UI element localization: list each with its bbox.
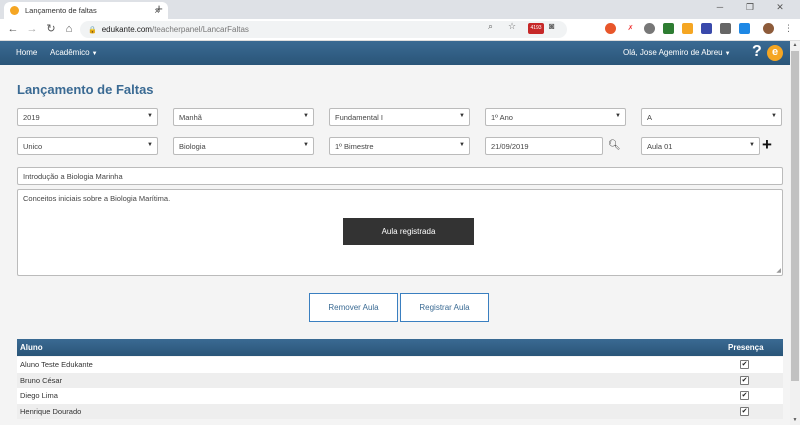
aula-descricao-text: Conceitos iniciais sobre a Biologia Marí… [23,194,171,203]
home-icon[interactable]: ⌂ [62,22,76,36]
profile-avatar[interactable] [763,23,774,34]
col-presenca: Presença [728,343,764,352]
chevron-down-icon: ▼ [771,113,777,119]
chevron-down-icon: ▼ [147,113,153,119]
table-row: Henrique Dourado ✔ [17,403,783,419]
disciplina-value: Biologia [179,142,206,151]
aula-value: Aula 01 [647,142,673,151]
page-title: Lançamento de Faltas [17,82,154,97]
reload-icon[interactable]: ↻ [44,22,58,36]
new-tab-button[interactable]: + [152,1,166,16]
table-row: Bruno César ✔ [17,372,783,388]
aluno-nome: Diego Lima [20,391,58,400]
window-close-icon[interactable]: ✕ [773,2,787,13]
presenca-checkbox[interactable]: ✔ [740,391,749,400]
help-icon[interactable]: ? [752,43,762,61]
browser-tab[interactable]: Lançamento de faltas × [4,2,168,19]
nav-academico-label: Acadêmico [50,48,90,57]
turma-select[interactable]: A ▼ [641,108,782,126]
nav-home[interactable]: Home [16,48,37,57]
chevron-down-icon: ▼ [724,51,731,57]
back-icon[interactable]: ← [6,22,20,36]
nivel-value: Fundamental I [335,113,383,122]
chevron-down-icon: ▼ [91,51,98,57]
tab-title: Lançamento de faltas [25,6,97,15]
aula-titulo-input[interactable]: Introdução a Biologia Marinha [17,167,783,185]
serie-value: 1º Ano [491,113,513,122]
remover-aula-button[interactable]: Remover Aula [309,293,398,322]
lock-icon: 🔒 [88,26,97,34]
chevron-down-icon: ▼ [147,142,153,148]
data-input[interactable]: 21/09/2019 [485,137,603,155]
extension-badge-icon[interactable]: 4193 [528,23,544,34]
turma-value: A [647,113,653,122]
aluno-nome: Aluno Teste Edukante [20,360,93,369]
extension-icon[interactable]: ✗ [625,23,636,34]
url-path: /teacherpanel/LancarFaltas [151,25,249,34]
chrome-menu-icon[interactable]: ⋮ [784,23,793,34]
col-aluno: Aluno [20,343,43,352]
nav-academico[interactable]: Acadêmico ▼ [50,48,98,57]
ano-select[interactable]: 2019 ▼ [17,108,158,126]
presenca-checkbox[interactable]: ✔ [740,360,749,369]
ano-value: 2019 [23,113,40,122]
bookmark-star-icon[interactable]: ☆ [508,21,516,32]
chevron-down-icon: ▼ [303,142,309,148]
registrar-aula-button[interactable]: Registrar Aula [400,293,489,322]
browser-tabstrip: Lançamento de faltas × + ─ ❐ ✕ [0,0,800,19]
chevron-down-icon: ▼ [615,113,621,119]
extension-icon[interactable] [663,23,674,34]
scroll-up-icon[interactable]: ▲ [790,42,800,48]
chevron-down-icon: ▼ [303,113,309,119]
extension-icon[interactable] [701,23,712,34]
browser-toolbar: ← → ↻ ⌂ 🔒 edukante.com /teacherpanel/Lan… [0,19,800,41]
resize-handle-icon[interactable]: ◢ [776,267,781,274]
chevron-down-icon: ▼ [749,142,755,148]
presenca-checkbox[interactable]: ✔ [740,375,749,385]
scroll-down-icon[interactable]: ▼ [790,417,800,423]
add-aula-icon[interactable]: + [762,135,772,155]
aluno-nome: Bruno César [20,375,63,385]
edukante-favicon-icon [10,6,19,15]
extension-icon[interactable] [720,23,731,34]
aula-select[interactable]: Aula 01 ▼ [641,137,760,155]
nivel-select[interactable]: Fundamental I ▼ [329,108,470,126]
tipo-value: Unico [23,142,43,151]
camera-icon[interactable]: ◙ [549,21,554,31]
aula-registrada-toast: Aula registrada [343,218,474,245]
table-row: Aluno Teste Edukante ✔ [17,357,783,373]
serie-select[interactable]: 1º Ano ▼ [485,108,626,126]
user-menu[interactable]: Olá, Jose Agemiro de Abreu ▼ [623,48,731,57]
tipo-select[interactable]: Unico ▼ [17,137,158,155]
extension-icon[interactable] [644,23,655,34]
aluno-nome: Henrique Dourado [20,406,82,416]
extension-icon[interactable] [605,23,616,34]
table-header: Aluno Presença [17,339,783,356]
restore-icon[interactable]: ❐ [743,2,757,13]
scroll-thumb[interactable] [791,51,799,381]
extension-icon[interactable] [739,23,750,34]
app-navbar: Home Acadêmico ▼ Olá, Jose Agemiro de Abr… [0,41,790,65]
table-row: Diego Lima ✔ [17,388,783,404]
turno-value: Manhã [179,113,202,122]
minimize-icon[interactable]: ─ [713,2,727,12]
zoom-icon[interactable]: ⌕ [488,21,493,32]
url-host: edukante.com [101,25,152,34]
chevron-down-icon: ▼ [459,142,465,148]
chevron-down-icon: ▼ [459,113,465,119]
search-icon[interactable]: 🔍︎ [608,140,621,151]
turno-select[interactable]: Manhã ▼ [173,108,314,126]
bimestre-select[interactable]: 1º Bimestre ▼ [329,137,470,155]
presenca-checkbox[interactable]: ✔ [740,406,749,416]
disciplina-select[interactable]: Biologia ▼ [173,137,314,155]
forward-icon[interactable]: → [25,22,39,36]
user-name: Olá, Jose Agemiro de Abreu [623,48,723,57]
extension-icon[interactable] [682,23,693,34]
bimestre-value: 1º Bimestre [335,142,374,151]
address-bar[interactable]: 🔒 edukante.com /teacherpanel/LancarFalta… [80,21,567,38]
page-scrollbar[interactable]: ▲ ▼ [790,41,800,425]
edukante-logo: e [767,45,783,61]
